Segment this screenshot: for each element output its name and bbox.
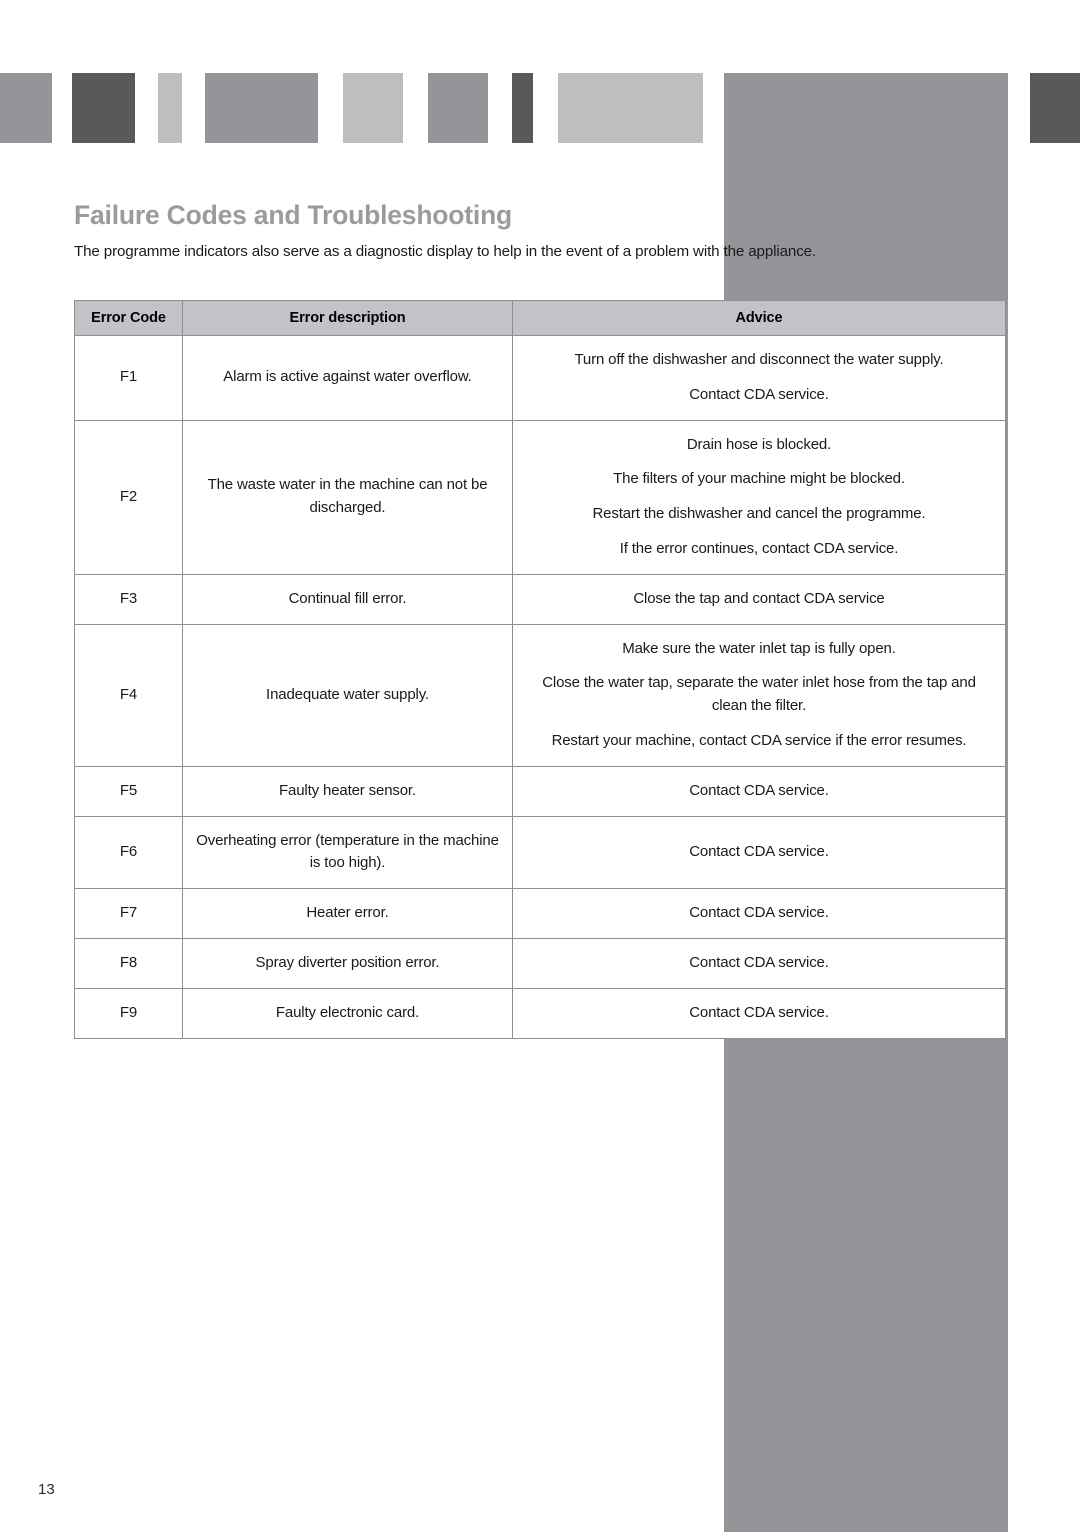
- table-body: F1 Alarm is active against water overflow…: [74, 335, 1006, 1039]
- cell-advice: Close the tap and contact CDA service: [512, 573, 1006, 625]
- table-row: F4 Inadequate water supply. Make sure the …: [74, 623, 1006, 767]
- column-header-advice: Advice: [512, 300, 1006, 336]
- error-code-table: Error Code Error description Advice F1 Al…: [74, 300, 1006, 1039]
- cell-error-description: Inadequate water supply.: [182, 623, 513, 767]
- cell-advice: Contact CDA service.: [512, 937, 1006, 989]
- deco-block-9: [1030, 73, 1080, 143]
- cell-error-description: Alarm is active against water overflow.: [182, 335, 513, 421]
- cell-error-description: Heater error.: [182, 888, 513, 939]
- cell-advice: Drain hose is blocked. The filters of you…: [512, 419, 1006, 575]
- advice-line: Contact CDA service.: [689, 781, 829, 799]
- advice-line: Contact CDA service.: [689, 385, 829, 403]
- page-number: 13: [38, 1481, 55, 1498]
- cell-error-code: F6: [74, 815, 183, 890]
- table-row: F2 The waste water in the machine can not…: [74, 419, 1006, 575]
- table-row: F8 Spray diverter position error. Contact …: [74, 937, 1006, 989]
- table-row: F3 Continual fill error. Close the tap and…: [74, 573, 1006, 625]
- table-row: F7 Heater error. Contact CDA service.: [74, 888, 1006, 939]
- table-row: F9 Faulty electronic card. Contact CDA ser…: [74, 987, 1006, 1039]
- page-title: Failure Codes and Troubleshooting: [74, 200, 513, 230]
- cell-advice: Contact CDA service.: [512, 987, 1006, 1039]
- cell-error-code: F4: [74, 623, 183, 767]
- deco-block-7: [512, 73, 533, 143]
- cell-error-code: F8: [74, 937, 183, 989]
- description-line: Faulty heater sensor.: [279, 781, 416, 799]
- cell-error-code: F1: [74, 335, 183, 421]
- table-row: F1 Alarm is active against water overflow…: [74, 335, 1006, 421]
- cell-error-description: Faulty electronic card.: [182, 987, 513, 1039]
- deco-block-8: [558, 73, 703, 143]
- deco-block-4: [205, 73, 318, 143]
- advice-line: Contact CDA service.: [689, 953, 829, 971]
- advice-line: Restart the dishwasher and cancel the pr…: [592, 505, 926, 523]
- column-header-error-code: Error Code: [74, 300, 183, 336]
- cell-advice: Contact CDA service.: [512, 888, 1006, 939]
- advice-line: Close the tap and contact CDA service: [633, 589, 885, 607]
- advice-line: Contact CDA service.: [689, 904, 829, 922]
- deco-block-1: [0, 73, 52, 143]
- table-row: F5 Faulty heater sensor. Contact CDA servi…: [74, 765, 1006, 817]
- advice-line: Close the water tap, separate the water …: [542, 674, 976, 715]
- advice-line: Contact CDA service.: [689, 842, 829, 860]
- advice-line: If the error continues, contact CDA serv…: [619, 539, 899, 557]
- cell-error-code: F5: [74, 765, 183, 817]
- deco-block-2: [72, 73, 135, 143]
- description-line: The waste water in the machine can not b…: [207, 476, 488, 517]
- deco-block-5: [343, 73, 403, 143]
- table-row: F6 Overheating error (temperature in the …: [74, 815, 1006, 890]
- description-line: Faulty electronic card.: [275, 1003, 420, 1021]
- description-line: Spray diverter position error.: [255, 953, 440, 971]
- cell-error-code: F3: [74, 573, 183, 625]
- description-line: Heater error.: [306, 904, 389, 922]
- cell-error-code: F7: [74, 888, 183, 939]
- deco-block-3: [158, 73, 182, 143]
- cell-error-code: F2: [74, 419, 183, 575]
- advice-line: Turn off the dishwasher and disconnect t…: [574, 351, 944, 368]
- cell-error-code: F9: [74, 987, 183, 1039]
- cell-advice: Contact CDA service.: [512, 815, 1006, 890]
- advice-line: Make sure the water inlet tap is fully o…: [622, 639, 896, 657]
- decorative-header-band: [0, 73, 1080, 143]
- advice-line: Restart your machine, contact CDA servic…: [551, 731, 967, 749]
- table-header: Error Code Error description Advice: [74, 300, 1006, 336]
- cell-error-description: The waste water in the machine can not b…: [182, 419, 513, 575]
- description-line: Overheating error (temperature in the ma…: [196, 831, 499, 872]
- advice-line: Drain hose is blocked.: [686, 435, 832, 453]
- description-line: Inadequate water supply.: [266, 685, 429, 703]
- table-header-row: Error Code Error description Advice: [74, 300, 1006, 336]
- deco-block-6: [428, 73, 488, 143]
- cell-error-description: Spray diverter position error.: [182, 937, 513, 989]
- cell-advice: Make sure the water inlet tap is fully o…: [512, 623, 1006, 767]
- description-line: Continual fill error.: [288, 589, 407, 607]
- column-header-error-description: Error description: [182, 300, 513, 336]
- advice-line: The filters of your machine might be blo…: [613, 470, 905, 488]
- advice-line: Contact CDA service.: [689, 1003, 829, 1021]
- description-line: Alarm is active against water overflow.: [223, 368, 472, 386]
- cell-advice: Turn off the dishwasher and disconnect t…: [512, 335, 1006, 421]
- cell-advice: Contact CDA service.: [512, 765, 1006, 817]
- intro-paragraph: The programme indicators also serve as a…: [74, 243, 817, 260]
- document-page: Failure Codes and Troubleshooting The pr…: [0, 0, 1080, 1532]
- cell-error-description: Overheating error (temperature in the ma…: [182, 815, 513, 890]
- cell-error-description: Continual fill error.: [182, 573, 513, 625]
- cell-error-description: Faulty heater sensor.: [182, 765, 513, 817]
